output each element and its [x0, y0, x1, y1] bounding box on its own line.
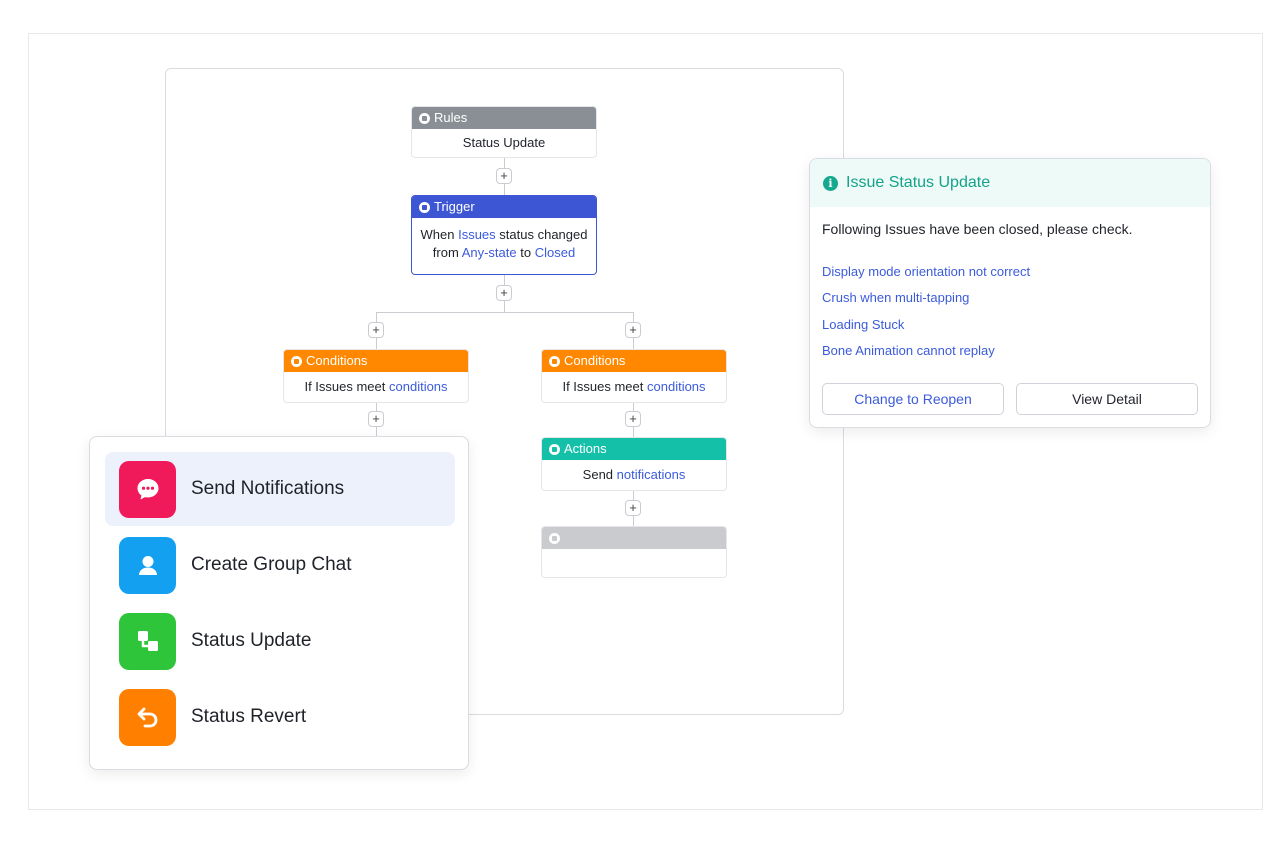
menu-item-label: Create Group Chat	[191, 554, 352, 575]
user-icon	[119, 536, 176, 594]
to-state-link[interactable]: Closed	[535, 245, 575, 260]
trigger-node[interactable]: Trigger When Issues status changed from …	[411, 195, 597, 275]
menu-item-label: Status Update	[191, 630, 312, 651]
issue-link[interactable]: Loading Stuck	[822, 317, 904, 332]
actions-link[interactable]: notifications	[617, 467, 686, 482]
trigger-text: When	[420, 227, 455, 242]
info-icon: i	[823, 175, 838, 191]
menu-item-send-notifications[interactable]: Send Notifications	[105, 452, 455, 526]
add-step-button[interactable]: +	[625, 322, 641, 338]
add-step-button[interactable]: +	[496, 168, 512, 184]
notification-card: i Issue Status Update Following Issues h…	[809, 158, 1211, 428]
menu-item-label: Send Notifications	[191, 478, 345, 499]
status-flow-icon	[119, 612, 176, 670]
conditions-node-left[interactable]: Conditions If Issues meet conditions	[283, 349, 469, 403]
conditions-link[interactable]: conditions	[389, 379, 448, 394]
wrench-icon	[549, 443, 560, 455]
trigger-header: Trigger	[434, 199, 475, 214]
chat-bubble-icon	[119, 460, 176, 518]
conditions-node-right[interactable]: Conditions If Issues meet conditions	[541, 349, 727, 403]
menu-item-create-group-chat[interactable]: Create Group Chat	[105, 528, 455, 602]
undo-icon	[119, 688, 176, 746]
trigger-object-link[interactable]: Issues	[458, 227, 496, 242]
add-step-button[interactable]: +	[368, 411, 384, 427]
rules-name: Status Update	[462, 135, 546, 150]
stop-icon	[549, 532, 560, 544]
conditions-link[interactable]: conditions	[647, 379, 706, 394]
change-to-reopen-button[interactable]: Change to Reopen	[822, 383, 1004, 415]
view-detail-button[interactable]: View Detail	[1016, 383, 1198, 415]
conditions-header: Conditions	[306, 353, 368, 368]
conditions-header: Conditions	[564, 353, 626, 368]
conditions-text: If Issues meet	[304, 379, 386, 394]
issue-link[interactable]: Display mode orientation not correct	[822, 264, 1030, 279]
menu-item-label: Status Revert	[191, 706, 307, 727]
add-step-button[interactable]: +	[496, 285, 512, 301]
add-step-button[interactable]: +	[368, 322, 384, 338]
issue-link[interactable]: Crush when multi-tapping	[822, 290, 969, 305]
menu-item-status-update[interactable]: Status Update	[105, 604, 455, 678]
actions-node[interactable]: Actions Send notifications	[541, 437, 727, 491]
connector	[376, 312, 634, 313]
trigger-text: status changed	[499, 227, 588, 242]
lightning-icon	[419, 201, 430, 213]
action-type-menu: Send Notifications Create Group Chat Sta…	[89, 436, 469, 770]
menu-item-status-revert[interactable]: Status Revert	[105, 680, 455, 754]
issue-link[interactable]: Bone Animation cannot replay	[822, 343, 995, 358]
trigger-text: from	[432, 245, 459, 260]
add-step-button[interactable]: +	[625, 411, 641, 427]
actions-text: Send	[582, 467, 614, 482]
placeholder-node[interactable]	[541, 526, 727, 578]
trigger-text: to	[520, 245, 532, 260]
notification-header: i Issue Status Update	[810, 159, 1210, 207]
filter-icon	[549, 355, 560, 367]
add-step-button[interactable]: +	[625, 500, 641, 516]
play-icon	[419, 112, 430, 124]
rules-node[interactable]: Rules Status Update	[411, 106, 597, 158]
notification-title: Issue Status Update	[846, 174, 991, 191]
conditions-text: If Issues meet	[562, 379, 644, 394]
filter-icon	[291, 355, 302, 367]
rules-header: Rules	[434, 110, 468, 125]
notification-message: Following Issues have been closed, pleas…	[822, 221, 1133, 237]
actions-header: Actions	[564, 441, 607, 456]
from-state-link[interactable]: Any-state	[462, 245, 517, 260]
